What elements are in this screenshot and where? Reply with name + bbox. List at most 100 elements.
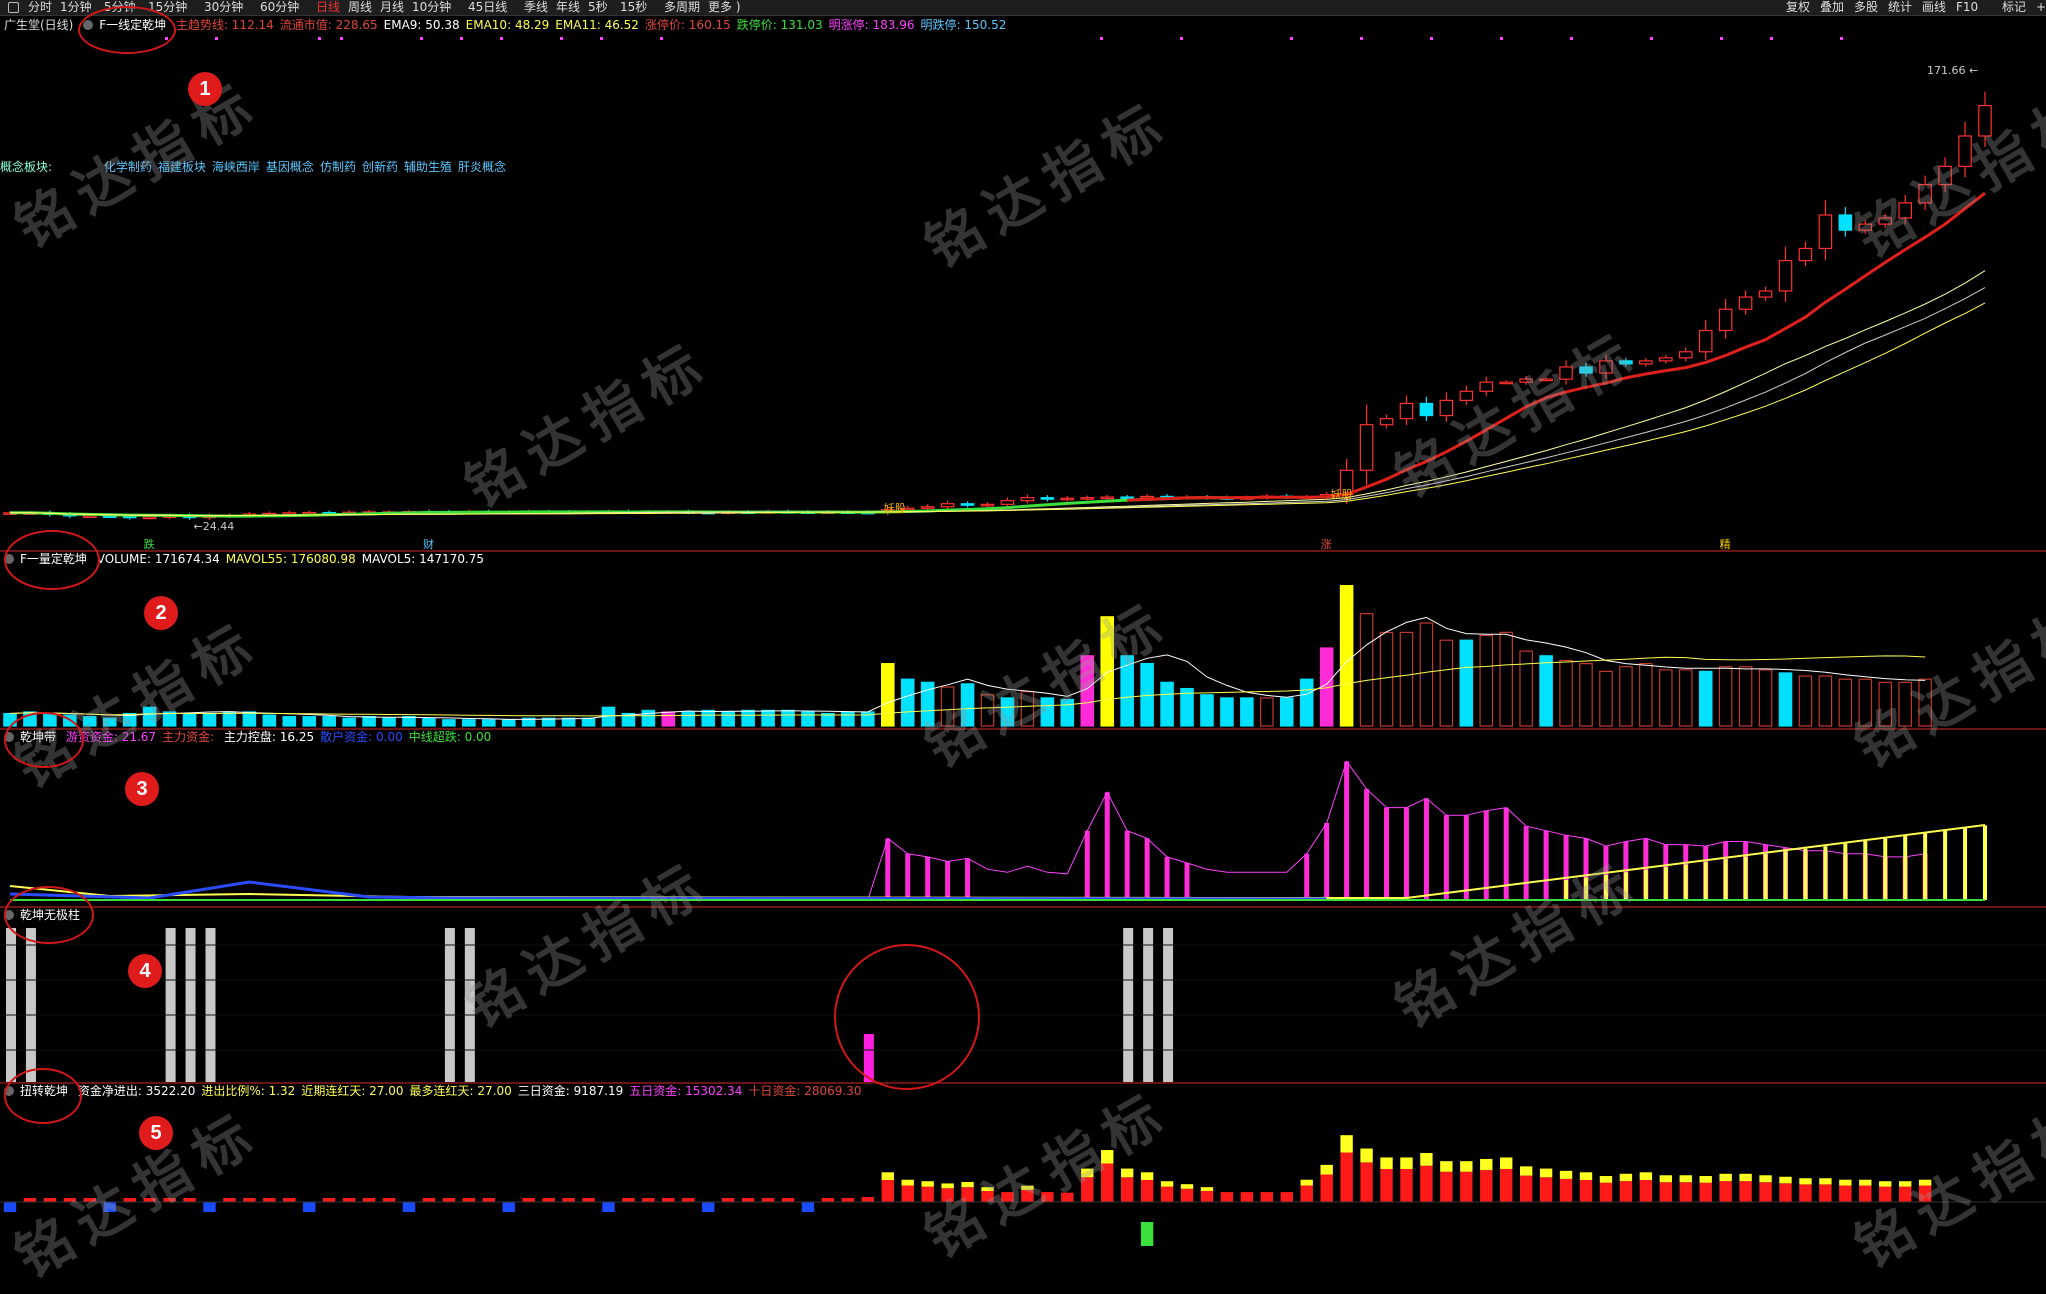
volume-bar bbox=[1499, 631, 1513, 727]
turn-bar-top bbox=[1799, 1178, 1812, 1185]
turn-bar bbox=[901, 1185, 914, 1202]
volume-bar bbox=[1180, 687, 1194, 727]
trend-line-spacer bbox=[10, 193, 1985, 499]
turn-bar bbox=[1041, 1192, 1054, 1202]
volume-bar bbox=[940, 686, 955, 727]
volume-bar bbox=[262, 714, 277, 727]
volume-bar bbox=[1020, 691, 1035, 727]
volume-bar bbox=[1080, 655, 1095, 727]
volume-bar bbox=[1778, 672, 1793, 727]
candle-body bbox=[1539, 378, 1553, 382]
turn-bar bbox=[442, 1198, 456, 1202]
annotation-ring-2 bbox=[4, 530, 100, 590]
turn-bar-top bbox=[1879, 1181, 1892, 1187]
turn-bar bbox=[981, 1191, 994, 1202]
turn-bar-top bbox=[1579, 1172, 1593, 1180]
volume-bar bbox=[1659, 669, 1673, 727]
turn-bar-top bbox=[1420, 1152, 1433, 1166]
volume-bar bbox=[1639, 662, 1653, 727]
turn-bar bbox=[422, 1198, 436, 1202]
turn-bar bbox=[1180, 1188, 1194, 1202]
volume-bar bbox=[1379, 631, 1394, 727]
volume-bar bbox=[1559, 659, 1573, 727]
turn-bar bbox=[1679, 1182, 1692, 1202]
volume-bar bbox=[581, 717, 596, 727]
turn-bar-top bbox=[1659, 1175, 1672, 1183]
turn-bar bbox=[921, 1186, 934, 1202]
volume-bar bbox=[1738, 666, 1753, 727]
turn-bar bbox=[143, 1198, 156, 1202]
chart-canvas[interactable]: 171.66 ←←24.44跌财涨精妖股妖股 bbox=[0, 0, 2046, 1259]
turn-bar bbox=[183, 1198, 196, 1202]
volume-bar bbox=[1160, 681, 1174, 727]
signal-dot bbox=[460, 37, 463, 40]
ema9-line bbox=[10, 270, 1986, 517]
turn-bar bbox=[63, 1198, 77, 1202]
turn-bar bbox=[1001, 1192, 1014, 1202]
turn-bar bbox=[1819, 1184, 1832, 1202]
turn-bar bbox=[682, 1198, 695, 1202]
volume-bar bbox=[1678, 669, 1693, 727]
turn-bar bbox=[642, 1198, 655, 1202]
turn-bar bbox=[163, 1198, 176, 1202]
turn-bar-top bbox=[1360, 1148, 1373, 1163]
signal-dot bbox=[1180, 37, 1183, 40]
candle-body bbox=[1838, 214, 1853, 231]
volume-bar bbox=[462, 719, 476, 727]
turn-bar bbox=[1320, 1174, 1333, 1202]
candle-body bbox=[1459, 390, 1474, 401]
turn-bar-top bbox=[1918, 1179, 1932, 1186]
candle-body bbox=[1718, 308, 1733, 332]
turn-bar bbox=[1579, 1180, 1593, 1202]
volume-bar bbox=[721, 711, 735, 727]
turn-bar bbox=[1879, 1186, 1892, 1202]
turn-bar-top bbox=[1140, 1172, 1154, 1180]
grey-pillar bbox=[1143, 928, 1154, 1082]
turn-bar bbox=[342, 1198, 356, 1202]
turn-bar bbox=[83, 1198, 96, 1202]
annotation-ring-5 bbox=[4, 1068, 82, 1124]
turn-bar-top bbox=[1101, 1150, 1114, 1164]
turn-bar bbox=[1061, 1192, 1074, 1202]
grey-pillar bbox=[464, 928, 475, 1082]
volume-bar bbox=[402, 716, 416, 727]
turn-bar bbox=[1021, 1189, 1034, 1202]
turn-bar bbox=[362, 1198, 376, 1202]
signal-dot bbox=[1500, 37, 1503, 40]
candle-body bbox=[1659, 357, 1673, 362]
volume-bar bbox=[1599, 670, 1613, 727]
signal-dot bbox=[500, 37, 503, 40]
candle-body bbox=[1579, 366, 1593, 374]
turn-bar bbox=[1420, 1165, 1433, 1202]
signal-mark: 跌 bbox=[144, 537, 155, 551]
turn-bar bbox=[582, 1198, 595, 1202]
turn-bar-top bbox=[1460, 1161, 1473, 1172]
candle-body bbox=[1499, 381, 1513, 385]
turn-bar-negative bbox=[702, 1202, 715, 1212]
turn-bar-top bbox=[881, 1172, 894, 1180]
candle-body bbox=[1619, 360, 1633, 365]
turn-bar bbox=[1519, 1175, 1533, 1202]
turn-bar bbox=[1719, 1181, 1732, 1202]
turn-bar-top bbox=[961, 1181, 974, 1188]
volume-bar bbox=[342, 717, 356, 727]
turn-bar-top bbox=[1519, 1166, 1533, 1176]
turn-bar-top bbox=[1679, 1175, 1692, 1183]
volume-bar bbox=[1200, 694, 1214, 727]
turn-bar-negative bbox=[502, 1202, 515, 1212]
volume-bar bbox=[960, 683, 975, 727]
annotation-ring-4 bbox=[4, 886, 94, 944]
turn-bar bbox=[1300, 1185, 1313, 1202]
turn-bar bbox=[263, 1198, 276, 1202]
candle-body bbox=[1439, 399, 1454, 417]
turn-bar-green bbox=[1140, 1222, 1154, 1246]
turn-bar bbox=[1500, 1169, 1513, 1202]
turn-bar bbox=[861, 1197, 875, 1202]
turn-bar-top bbox=[1081, 1168, 1094, 1178]
turn-bar bbox=[123, 1198, 136, 1202]
turn-bar bbox=[1759, 1182, 1772, 1202]
grey-pillar bbox=[185, 928, 196, 1082]
candle-body bbox=[1818, 214, 1833, 250]
annotation-marker-1: 1 bbox=[188, 72, 222, 106]
turn-bar bbox=[323, 1198, 336, 1202]
